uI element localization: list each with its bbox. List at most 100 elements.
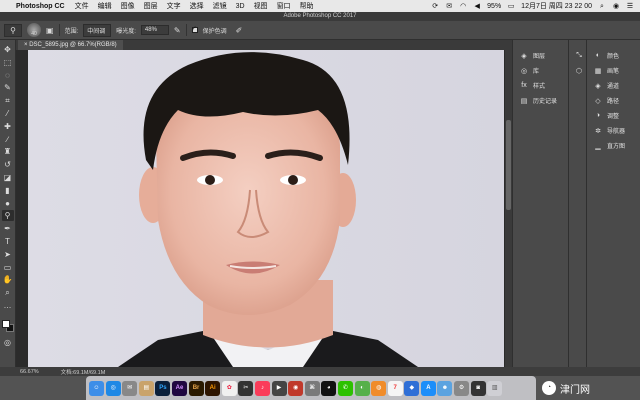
document-tab[interactable]: × DSC_5895.jpg @ 66.7%(RGB/8) <box>18 40 123 50</box>
music-icon[interactable]: ♪ <box>254 380 270 396</box>
zoom-level[interactable]: 66.67% <box>20 369 39 375</box>
safari-icon[interactable]: ◎ <box>105 380 121 396</box>
wifi-icon[interactable]: ◠ <box>459 3 467 10</box>
move-tool-icon[interactable]: ✥ <box>2 44 14 55</box>
tool-preset-picker[interactable]: ⚲ <box>4 23 22 37</box>
menu-image[interactable]: 图像 <box>121 1 135 11</box>
dodge-tool-icon[interactable]: ⚲ <box>1 210 14 222</box>
menu-window[interactable]: 窗口 <box>277 1 291 11</box>
lasso-tool-icon[interactable]: ◌ <box>2 70 14 81</box>
trash-icon[interactable]: ▥ <box>487 380 503 396</box>
pressure-icon[interactable]: ✐ <box>236 26 243 35</box>
eraser-tool-icon[interactable]: ◪ <box>2 172 14 183</box>
notes-icon[interactable]: ▤ <box>138 380 154 396</box>
menu-type[interactable]: 文字 <box>167 1 181 11</box>
type-tool-icon[interactable]: T <box>2 236 14 247</box>
panel-color[interactable]: ◐ 颜色 <box>587 48 640 63</box>
shape-tool-icon[interactable]: ▭ <box>2 262 14 273</box>
search-icon[interactable]: ⌕ <box>598 3 606 10</box>
scrollbar-thumb[interactable] <box>506 120 511 210</box>
protect-tones-checkbox[interactable] <box>191 25 198 33</box>
panel-navigator[interactable]: ✲ 导航器 <box>587 123 640 138</box>
system-preferences-icon[interactable]: ⚙ <box>454 380 470 396</box>
canvas-area[interactable] <box>16 50 512 367</box>
brush-panel-icon[interactable]: ▣ <box>46 26 54 35</box>
panel-styles[interactable]: fx 样式 <box>513 78 568 93</box>
range-select[interactable]: 中间调 <box>83 23 112 37</box>
panel-history[interactable]: ▤ 历史记录 <box>513 93 568 108</box>
video-player-icon[interactable]: ▶ <box>271 380 287 396</box>
airbrush-icon[interactable]: ✎ <box>174 26 181 35</box>
menu-file[interactable]: 文件 <box>75 1 89 11</box>
close-tab-icon[interactable]: × <box>24 42 28 48</box>
portrait-photo[interactable] <box>28 50 504 367</box>
more-tools-icon[interactable]: … <box>2 300 14 311</box>
exposure-input[interactable]: 48% <box>140 25 169 35</box>
app-store-icon[interactable]: A <box>420 380 436 396</box>
message-icon[interactable]: ✉ <box>445 3 453 10</box>
marquee-tool-icon[interactable]: ⬚ <box>2 57 14 68</box>
app-blue-icon[interactable]: ◆ <box>404 380 420 396</box>
menu-edit[interactable]: 编辑 <box>98 1 112 11</box>
mac-app-icon[interactable]: ⌘ <box>304 380 320 396</box>
quick-mask-icon[interactable]: ◎ <box>2 337 14 348</box>
finder-alt-icon[interactable]: ☻ <box>437 380 453 396</box>
healing-brush-tool-icon[interactable]: ✚ <box>2 121 14 132</box>
photos-icon[interactable]: ✿ <box>221 380 237 396</box>
panel-histogram[interactable]: ▁ 直方图 <box>587 138 640 153</box>
menu-help[interactable]: 帮助 <box>300 1 314 11</box>
panel-properties[interactable]: ⤡ <box>569 48 586 63</box>
panel-channels[interactable]: ◈ 通道 <box>587 78 640 93</box>
panel-layers[interactable]: ◈ 图层 <box>513 48 568 63</box>
bridge-icon[interactable]: Br <box>188 380 204 396</box>
history-icon: ▤ <box>520 97 528 105</box>
panel-brushes[interactable]: ▦ 画笔 <box>587 63 640 78</box>
menu-view[interactable]: 视图 <box>254 1 268 11</box>
eyedropper-tool-icon[interactable]: ⁄ <box>2 108 14 119</box>
pen-tool-icon[interactable]: ✒ <box>2 223 14 234</box>
brush-preset-picker[interactable]: 40 <box>27 23 41 37</box>
clock[interactable]: 12月7日 周四 23 22 00 <box>521 1 592 11</box>
app-green-icon[interactable]: ◐ <box>354 380 370 396</box>
menu-layer[interactable]: 图层 <box>144 1 158 11</box>
panel-adjustments[interactable]: ◑ 调整 <box>587 108 640 123</box>
qq-icon[interactable]: ◕ <box>321 380 337 396</box>
foreground-color-swatch[interactable] <box>1 319 10 328</box>
blur-tool-icon[interactable]: ● <box>2 198 14 209</box>
volume-icon[interactable]: ◀ <box>473 3 481 10</box>
menu-filter[interactable]: 滤镜 <box>213 1 227 11</box>
sync-icon[interactable]: ⟳ <box>431 3 439 10</box>
wechat-icon[interactable]: ✆ <box>337 380 353 396</box>
photo-booth-icon[interactable]: ◉ <box>288 380 304 396</box>
photoshop-icon[interactable]: Ps <box>155 380 171 396</box>
mail-icon[interactable]: ✉ <box>122 380 138 396</box>
app-name-menu[interactable]: Photoshop CC <box>16 3 65 10</box>
canvas-vertical-scrollbar[interactable] <box>505 50 512 367</box>
illustrator-icon[interactable]: Ai <box>205 380 221 396</box>
path-select-tool-icon[interactable]: ➤ <box>2 249 14 260</box>
crop-tool-icon[interactable]: ⌗ <box>2 95 14 106</box>
finder-icon[interactable]: ☺ <box>89 380 104 396</box>
panel-3d[interactable]: ⬡ <box>569 63 586 78</box>
history-brush-tool-icon[interactable]: ↺ <box>2 159 14 170</box>
hand-tool-icon[interactable]: ✋ <box>2 274 14 285</box>
menu-3d[interactable]: 3D <box>236 3 245 10</box>
final-cut-icon[interactable]: ✂ <box>238 380 254 396</box>
clone-stamp-tool-icon[interactable]: ♜ <box>2 146 14 157</box>
after-effects-icon[interactable]: Ae <box>171 380 187 396</box>
app-dark-icon[interactable]: ◙ <box>470 380 486 396</box>
siri-icon[interactable]: ◉ <box>612 3 620 10</box>
document-size[interactable]: 文档:69.1M/69.1M <box>61 368 106 376</box>
battery-icon[interactable]: ▭ <box>507 3 515 10</box>
quick-select-tool-icon[interactable]: ✎ <box>2 82 14 93</box>
menu-select[interactable]: 选择 <box>190 1 204 11</box>
color-swatches[interactable] <box>1 319 15 333</box>
zoom-tool-icon[interactable]: ⌕ <box>2 287 14 298</box>
brush-tool-icon[interactable]: ∕ <box>2 134 14 145</box>
gradient-tool-icon[interactable]: ▮ <box>2 185 14 196</box>
notification-center-icon[interactable]: ☰ <box>626 3 634 10</box>
calendar-icon[interactable]: 7 <box>387 380 403 396</box>
panel-paths[interactable]: ◇ 路径 <box>587 93 640 108</box>
panel-library[interactable]: ◎ 库 <box>513 63 568 78</box>
app-orange-icon[interactable]: ◍ <box>371 380 387 396</box>
